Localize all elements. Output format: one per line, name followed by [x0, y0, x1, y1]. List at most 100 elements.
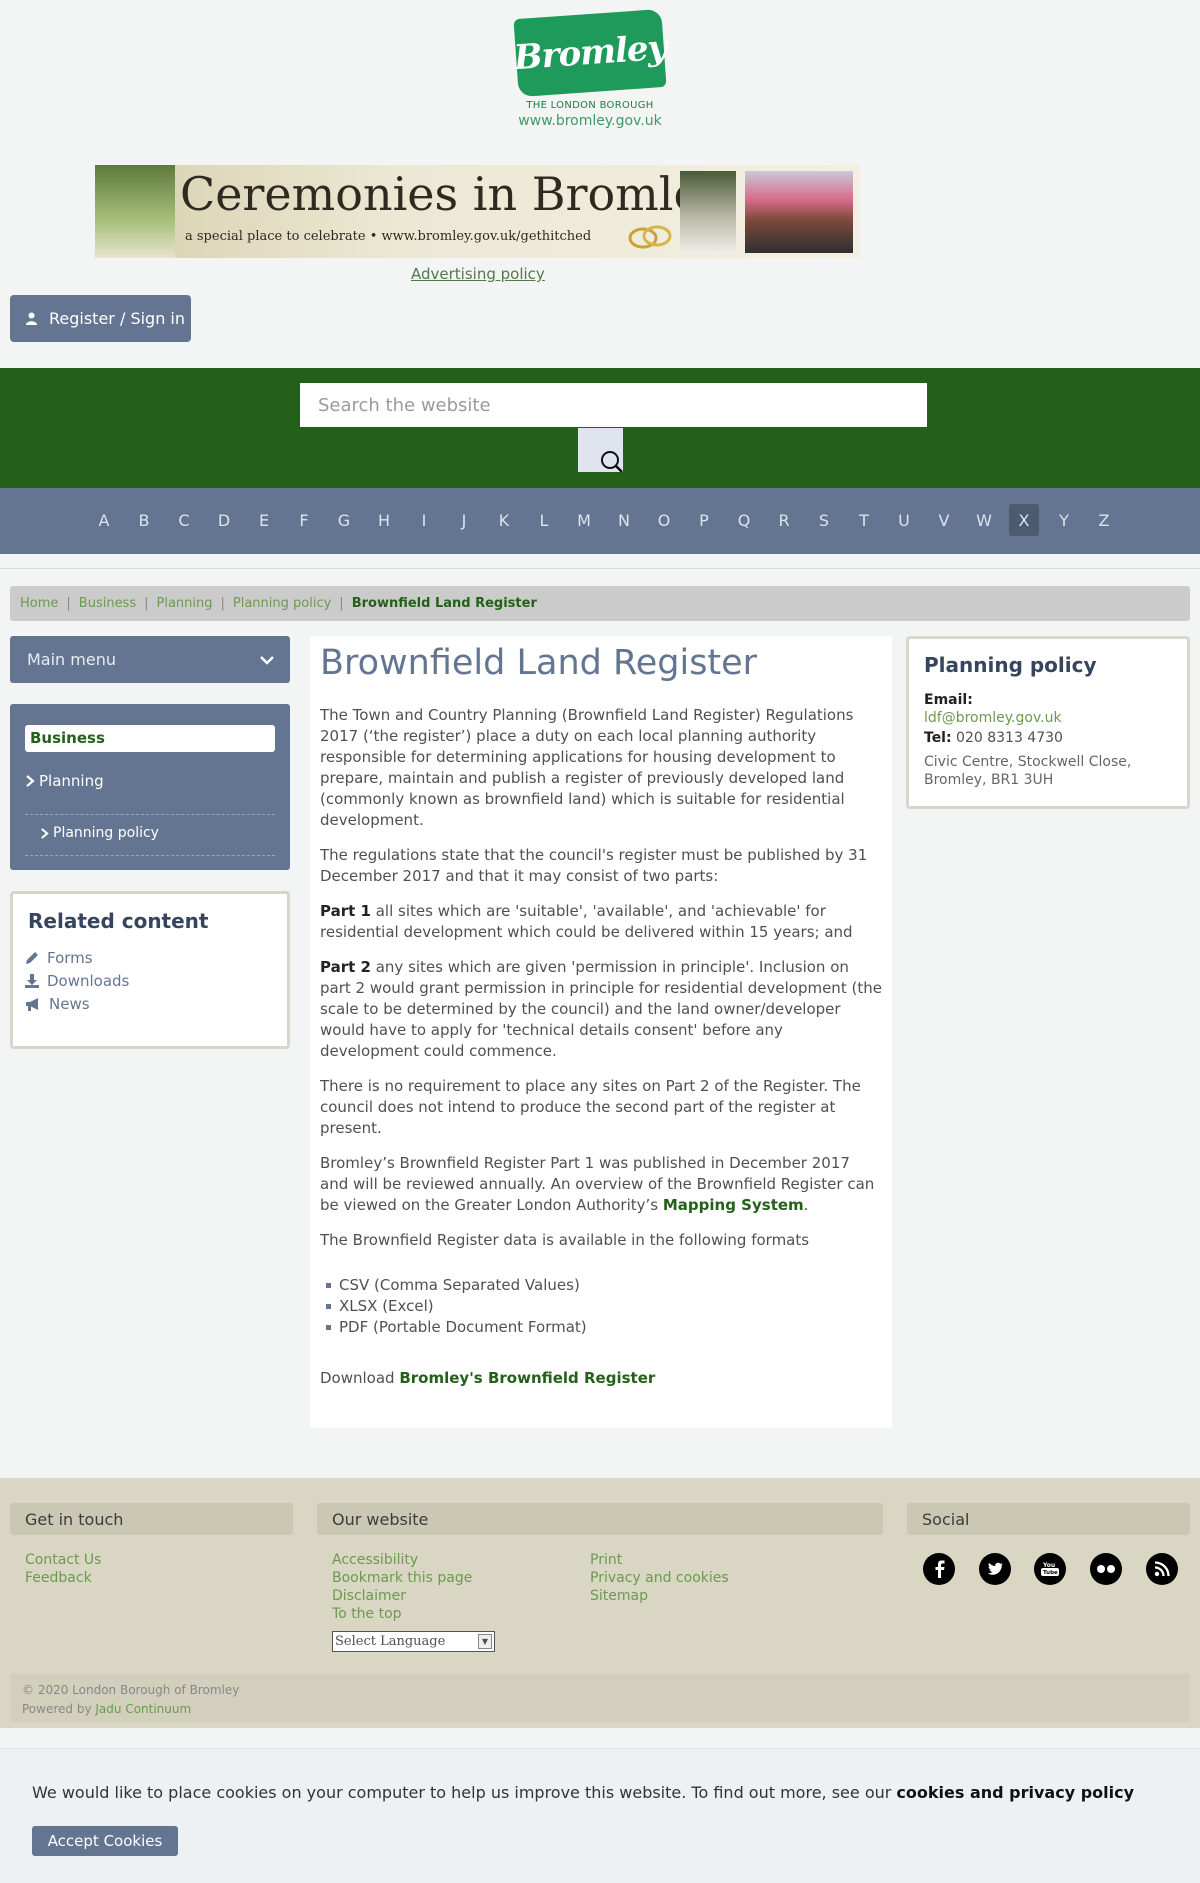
banner-title: Ceremonies in Bromley [180, 167, 727, 221]
az-letter-h[interactable]: H [364, 504, 404, 536]
jadu-link[interactable]: Jadu Continuum [95, 1702, 191, 1716]
search-input[interactable] [300, 383, 927, 427]
cookie-policy-link[interactable]: cookies and privacy policy [896, 1783, 1134, 1802]
advert-banner[interactable]: Ceremonies in Bromley a special place to… [95, 165, 860, 258]
az-letter-m[interactable]: M [564, 504, 604, 536]
logo-url: www.bromley.gov.uk [518, 113, 662, 129]
list-item: PDF (Portable Document Format) [326, 1317, 882, 1338]
banner-tagline: a special place to celebrate • www.broml… [185, 229, 592, 244]
main-menu-toggle[interactable]: Main menu [10, 636, 290, 683]
advertising-policy-link[interactable]: Advertising policy [411, 265, 545, 283]
facebook-icon[interactable] [923, 1553, 955, 1585]
flickr-glyph [1097, 1565, 1115, 1573]
az-letter-p[interactable]: P [684, 504, 724, 536]
list-item: XLSX (Excel) [326, 1296, 882, 1317]
breadcrumb-separator: | [220, 596, 225, 611]
breadcrumb-home[interactable]: Home [20, 596, 58, 611]
format-label: XLSX (Excel) [339, 1296, 434, 1315]
az-letter-d[interactable]: D [204, 504, 244, 536]
footer-link-disclaimer[interactable]: Disclaimer [332, 1587, 406, 1605]
az-letter-y[interactable]: Y [1044, 504, 1084, 536]
az-letter-r[interactable]: R [764, 504, 804, 536]
copyright-band: © 2020 London Borough of Bromley Powered… [10, 1674, 1190, 1722]
az-letter-t[interactable]: T [844, 504, 884, 536]
main-content: Brownfield Land Register The Town and Co… [310, 636, 892, 1428]
related-content-box: Related content Forms Downloads News [10, 891, 290, 1049]
page-title: Brownfield Land Register [320, 643, 758, 683]
twitter-icon[interactable] [979, 1553, 1011, 1585]
az-letter-k[interactable]: K [484, 504, 524, 536]
az-letter-x[interactable]: X [1009, 504, 1039, 536]
svg-text:You: You [1042, 1562, 1055, 1569]
sidebar-item-planning[interactable]: Planning [25, 772, 104, 790]
email-link[interactable]: ldf@bromley.gov.uk [924, 710, 1062, 726]
az-letter-s[interactable]: S [804, 504, 844, 536]
breadcrumb-planning[interactable]: Planning [157, 596, 213, 611]
accept-cookies-button[interactable]: Accept Cookies [32, 1826, 178, 1856]
part1-paragraph: Part 1 all sites which are 'suitable', '… [320, 901, 882, 943]
footer-link-privacy[interactable]: Privacy and cookies [590, 1569, 729, 1587]
rss-icon[interactable] [1146, 1553, 1178, 1585]
az-letter-j[interactable]: J [444, 504, 484, 536]
register-sign-in-button[interactable]: Register / Sign in [10, 295, 191, 342]
az-letter-f[interactable]: F [284, 504, 324, 536]
az-letter-v[interactable]: V [924, 504, 964, 536]
breadcrumb-planning-policy[interactable]: Planning policy [233, 596, 331, 611]
download-paragraph: Download Bromley's Brownfield Register [320, 1368, 882, 1389]
breadcrumb-separator: | [144, 596, 149, 611]
related-item-label: Forms [47, 949, 93, 967]
footer-link-bookmark[interactable]: Bookmark this page [332, 1569, 472, 1587]
footer-link-contact-us[interactable]: Contact Us [25, 1551, 101, 1569]
az-letter-e[interactable]: E [244, 504, 284, 536]
register-label: Register / Sign in [49, 309, 186, 328]
site-logo[interactable]: Bromley THE LONDON BOROUGH www.bromley.g… [512, 8, 668, 129]
logo-badge: Bromley [512, 8, 668, 98]
az-letter-a[interactable]: A [84, 504, 124, 536]
youtube-icon[interactable]: You Tube [1034, 1553, 1066, 1585]
sidebar-item-planning-policy[interactable]: Planning policy [40, 825, 159, 841]
breadcrumb-business[interactable]: Business [79, 596, 136, 611]
az-letter-u[interactable]: U [884, 504, 924, 536]
footer-link-sitemap[interactable]: Sitemap [590, 1587, 648, 1605]
search-button[interactable] [578, 428, 623, 473]
download-register-link[interactable]: Bromley's Brownfield Register [399, 1369, 655, 1387]
language-select[interactable]: Select Language ▼ [332, 1631, 495, 1652]
related-downloads-link[interactable]: Downloads [25, 972, 129, 990]
footer-link-accessibility[interactable]: Accessibility [332, 1551, 418, 1569]
powered-by: Powered by Jadu Continuum [22, 1702, 191, 1716]
az-letter-l[interactable]: L [524, 504, 564, 536]
email-label: Email: [924, 692, 973, 708]
breadcrumb-separator: | [66, 596, 71, 611]
main-menu-label: Main menu [27, 650, 116, 669]
megaphone-icon [26, 998, 38, 1011]
related-forms-link[interactable]: Forms [25, 949, 93, 967]
related-content-title: Related content [28, 909, 209, 933]
logo-subtitle: THE LONDON BOROUGH [526, 100, 654, 111]
powered-by-label: Powered by [22, 1702, 92, 1716]
related-item-label: News [49, 995, 90, 1013]
footer-heading-get-in-touch: Get in touch [10, 1503, 293, 1535]
footer-link-feedback[interactable]: Feedback [25, 1569, 92, 1587]
sidebar-item-business[interactable]: Business [25, 725, 275, 752]
chevron-down-icon [260, 655, 274, 665]
az-letter-w[interactable]: W [964, 504, 1004, 536]
email-link-row: ldf@bromley.gov.uk [924, 709, 1172, 727]
related-news-link[interactable]: News [25, 995, 90, 1013]
footer-link-to-the-top[interactable]: To the top [332, 1605, 402, 1623]
az-letter-i[interactable]: I [404, 504, 444, 536]
footer-link-print[interactable]: Print [590, 1551, 622, 1569]
az-letter-n[interactable]: N [604, 504, 644, 536]
contact-box-title: Planning policy [924, 653, 1097, 677]
flickr-icon[interactable] [1090, 1553, 1122, 1585]
az-letter-g[interactable]: G [324, 504, 364, 536]
mapping-system-link[interactable]: Mapping System [663, 1196, 804, 1214]
az-letter-b[interactable]: B [124, 504, 164, 536]
part2-label: Part 2 [320, 957, 371, 976]
part1-label: Part 1 [320, 901, 371, 920]
az-letter-z[interactable]: Z [1084, 504, 1124, 536]
regulations-paragraph: The regulations state that the council's… [320, 845, 868, 885]
az-letter-q[interactable]: Q [724, 504, 764, 536]
az-letter-o[interactable]: O [644, 504, 684, 536]
divider [0, 568, 1200, 569]
az-letter-c[interactable]: C [164, 504, 204, 536]
